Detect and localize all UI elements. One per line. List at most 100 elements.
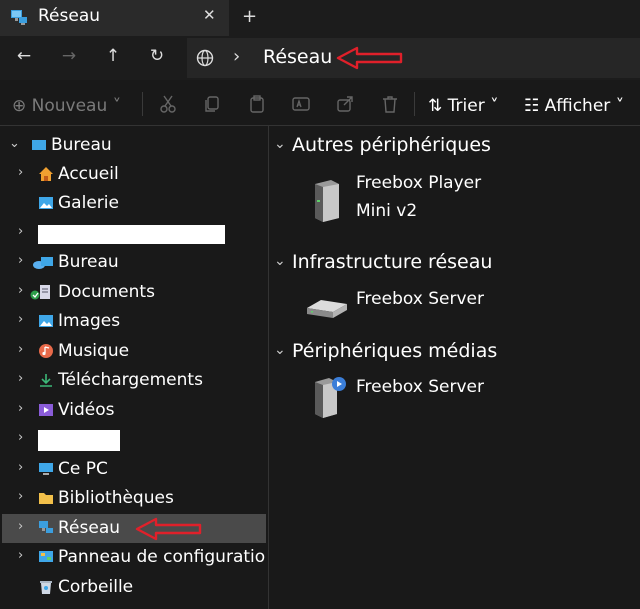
home-icon (39, 167, 53, 181)
cloud-desktop-icon (33, 257, 53, 269)
device-label: Mini v2 (356, 201, 418, 221)
device-freebox-player[interactable]: Freebox Player Mini v2 (269, 170, 569, 226)
copy-icon[interactable] (202, 94, 222, 114)
sidebar-item-label: Ce PC (58, 459, 108, 479)
sidebar-item-musique[interactable]: › Musique (0, 337, 268, 366)
sidebar-item-telechargements[interactable]: › Téléchargements (0, 366, 268, 395)
sidebar-item-label: Bibliothèques (58, 488, 174, 508)
sidebar-item-redacted[interactable]: › (0, 425, 268, 454)
chevron-right-icon[interactable]: › (18, 489, 23, 504)
title-bar: Réseau ✕ + (0, 0, 640, 36)
cut-icon[interactable] (158, 94, 178, 114)
chevron-down-icon[interactable]: ⌄ (9, 136, 20, 151)
up-button[interactable]: ↑ (103, 46, 123, 66)
redacted-block (38, 430, 120, 451)
network-icon (11, 10, 27, 25)
download-icon (40, 374, 52, 387)
sidebar-item-bureau-root[interactable]: ⌄ Bureau (0, 131, 268, 160)
annotation-arrow (135, 517, 202, 541)
sidebar-item-videos[interactable]: › Vidéos (0, 396, 268, 425)
globe-icon (196, 49, 214, 67)
new-button[interactable]: ⊕ Nouveau ˅ (12, 96, 121, 116)
delete-icon[interactable] (380, 94, 400, 114)
divider (414, 92, 415, 116)
chevron-right-icon[interactable]: › (18, 371, 23, 386)
back-button[interactable]: ← (14, 46, 34, 66)
sidebar-item-accueil[interactable]: › Accueil (0, 160, 268, 189)
tab-title: Réseau (38, 6, 101, 26)
sidebar-item-ce-pc[interactable]: › Ce PC (0, 455, 268, 484)
share-icon[interactable] (335, 94, 355, 114)
group-title-autres-peripheriques[interactable]: Autres périphériques (292, 134, 491, 156)
video-icon (39, 404, 53, 416)
redacted-block (38, 225, 225, 244)
sidebar-item-galerie[interactable]: Galerie (0, 189, 268, 218)
network-icon (39, 521, 53, 533)
chevron-right-icon[interactable]: › (18, 342, 23, 357)
sidebar-item-label: Musique (58, 341, 130, 361)
annotation-arrow (336, 46, 403, 70)
music-icon (39, 344, 53, 358)
sidebar-item-corbeille[interactable]: Corbeille (0, 573, 268, 602)
media-server-icon (315, 377, 346, 418)
sidebar-item-reseau[interactable]: › Réseau (2, 514, 266, 543)
tab-close-icon[interactable]: ✕ (203, 6, 216, 24)
folder-icon (39, 493, 53, 504)
chevron-right-icon[interactable]: › (18, 460, 23, 475)
sidebar-item-documents[interactable]: › Documents (0, 278, 268, 307)
paste-icon[interactable] (247, 94, 267, 114)
pictures-icon (39, 315, 53, 327)
device-label: Freebox Player (356, 173, 482, 193)
sidebar-item-bibliotheques[interactable]: › Bibliothèques (0, 484, 268, 513)
chevron-right-icon[interactable]: › (18, 283, 23, 298)
group-title-peripheriques-medias[interactable]: Périphériques médias (292, 340, 497, 362)
media-device-icon (315, 180, 339, 222)
chevron-right-icon[interactable]: › (18, 312, 23, 327)
router-icon (307, 300, 347, 318)
group-title-infrastructure-reseau[interactable]: Infrastructure réseau (292, 251, 492, 273)
forward-button[interactable]: → (59, 46, 79, 66)
sidebar-item-label: Corbeille (58, 577, 134, 597)
sidebar-item-label: Bureau (58, 252, 119, 272)
control-panel-icon (39, 551, 53, 562)
gallery-icon (39, 197, 53, 209)
chevron-right-icon[interactable]: › (18, 253, 23, 268)
new-tab-button[interactable]: + (242, 6, 257, 27)
navigation-pane: ⌄ Bureau › Accueil Galerie › › Bureau › … (0, 126, 268, 609)
sidebar-item-label: Réseau (58, 518, 121, 538)
sidebar-item-label: Bureau (51, 135, 112, 155)
chevron-down-icon[interactable]: ⌄ (274, 136, 286, 152)
sidebar-item-label: Vidéos (58, 400, 115, 420)
sidebar-item-label: Documents (58, 282, 155, 302)
address-bar[interactable]: › Réseau (187, 38, 640, 78)
chevron-down-icon[interactable]: ⌄ (274, 253, 286, 269)
divider (142, 92, 143, 116)
chevron-right-icon[interactable]: › (18, 165, 23, 180)
sidebar-item-label: Panneau de configuratio (58, 547, 266, 567)
device-freebox-server-infra[interactable]: Freebox Server (269, 286, 569, 326)
device-label: Freebox Server (356, 289, 484, 309)
navigation-bar: ← → ↑ ↻ › Réseau (0, 36, 640, 80)
sidebar-item-bureau[interactable]: › Bureau (0, 248, 268, 277)
chevron-right-icon[interactable]: › (18, 401, 23, 416)
view-button[interactable]: ☷ Afficher ˅ (524, 96, 624, 116)
desktop-icon (32, 140, 46, 150)
sidebar-item-panneau-configuration[interactable]: › Panneau de configuratio (0, 543, 268, 572)
chevron-right-icon[interactable]: › (18, 224, 23, 239)
sidebar-item-label: Téléchargements (58, 370, 203, 390)
tab-reseau[interactable]: Réseau ✕ (0, 0, 229, 36)
breadcrumb-reseau[interactable]: Réseau (263, 46, 332, 68)
chevron-down-icon[interactable]: ⌄ (274, 342, 286, 358)
chevron-right-icon[interactable]: › (18, 430, 23, 445)
sort-button[interactable]: ⇅ Trier ˅ (428, 96, 499, 116)
sidebar-item-redacted[interactable]: › (0, 219, 268, 248)
sidebar-item-images[interactable]: › Images (0, 307, 268, 336)
breadcrumb-separator[interactable]: › (233, 46, 240, 67)
device-freebox-server-media[interactable]: Freebox Server (269, 374, 569, 422)
device-label: Freebox Server (356, 377, 484, 397)
rename-icon[interactable] (291, 94, 311, 114)
chevron-right-icon[interactable]: › (18, 548, 23, 563)
sidebar-item-label: Galerie (58, 193, 119, 213)
refresh-button[interactable]: ↻ (147, 46, 167, 66)
chevron-right-icon[interactable]: › (18, 519, 23, 534)
